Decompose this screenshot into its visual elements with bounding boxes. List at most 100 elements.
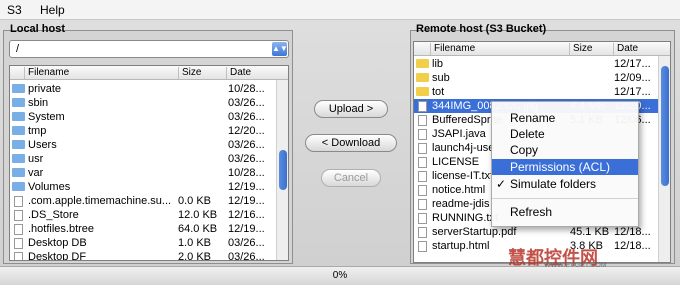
file-date: 12/16... bbox=[228, 209, 265, 221]
file-date: 10/28... bbox=[228, 167, 265, 179]
row-icon bbox=[12, 237, 27, 251]
menu-bar: S3 Help bbox=[0, 0, 680, 20]
col-date[interactable]: Date bbox=[613, 43, 659, 55]
table-row[interactable]: .com.apple.timemachine.su... 0.0 KB 12/19.… bbox=[10, 194, 288, 208]
table-row[interactable]: tot 12/17... bbox=[414, 85, 670, 99]
menu-item-refresh[interactable]: Refresh bbox=[492, 204, 638, 220]
table-row[interactable]: System 03/26... bbox=[10, 110, 288, 124]
file-date: 12/20... bbox=[228, 125, 265, 137]
file-icon bbox=[418, 241, 427, 252]
file-date: 12/19... bbox=[228, 195, 265, 207]
file-date: 12/17... bbox=[614, 86, 651, 98]
file-name: .DS_Store bbox=[28, 209, 79, 221]
file-name: tot bbox=[432, 86, 445, 98]
row-icon bbox=[416, 198, 431, 212]
file-name: Users bbox=[28, 139, 57, 151]
row-icon bbox=[12, 195, 27, 209]
local-path-value: / bbox=[16, 43, 20, 55]
cancel-button[interactable]: Cancel bbox=[321, 169, 381, 187]
row-icon bbox=[416, 100, 431, 114]
local-path-select[interactable]: / ▲▼ bbox=[9, 40, 289, 58]
dropdown-arrow-icon[interactable]: ▲▼ bbox=[272, 42, 288, 56]
table-row[interactable]: private 10/28... bbox=[10, 82, 288, 96]
file-size: 12.0 KB bbox=[178, 209, 218, 221]
file-name: sbin bbox=[28, 97, 49, 109]
download-button[interactable]: < Download bbox=[305, 134, 397, 152]
table-row[interactable]: Users 03/26... bbox=[10, 138, 288, 152]
col-size[interactable]: Size bbox=[178, 67, 228, 79]
local-scrollbar[interactable] bbox=[276, 80, 288, 260]
folder-icon bbox=[12, 182, 25, 191]
file-name: private bbox=[28, 83, 62, 95]
menu-item-simulate-folders[interactable]: ✓ Simulate folders bbox=[492, 176, 638, 192]
row-icon bbox=[416, 212, 431, 226]
menu-item-rename[interactable]: Rename bbox=[492, 110, 638, 126]
table-row[interactable]: tmp 12/20... bbox=[10, 124, 288, 138]
file-date: 12/19... bbox=[228, 223, 265, 235]
row-icon bbox=[12, 153, 28, 165]
row-icon bbox=[12, 139, 28, 151]
row-icon bbox=[12, 223, 27, 237]
file-icon bbox=[418, 101, 427, 112]
file-icon bbox=[14, 196, 23, 207]
remote-scroll-thumb[interactable] bbox=[661, 66, 669, 186]
col-date[interactable]: Date bbox=[226, 67, 276, 79]
menu-item-permissions[interactable]: Permissions (ACL) bbox=[492, 159, 638, 175]
menu-item-copy[interactable]: Copy bbox=[492, 142, 638, 158]
row-icon bbox=[12, 97, 28, 109]
table-row[interactable]: .DS_Store 12.0 KB 12/16... bbox=[10, 208, 288, 222]
col-filename[interactable]: Filename bbox=[24, 67, 187, 79]
row-icon bbox=[416, 114, 431, 128]
file-name: usr bbox=[28, 153, 44, 165]
file-date: 03/26... bbox=[228, 97, 265, 109]
menu-s3[interactable]: S3 bbox=[7, 3, 22, 17]
local-file-table: Filename Size Date private 10/28... sbin 03… bbox=[9, 65, 289, 261]
table-row[interactable]: .hotfiles.btree 64.0 KB 12/19... bbox=[10, 222, 288, 236]
menu-item-label: Delete bbox=[510, 127, 545, 141]
local-scroll-thumb[interactable] bbox=[279, 150, 287, 190]
table-row[interactable]: Volumes 12/19... bbox=[10, 180, 288, 194]
menu-item-label: Simulate folders bbox=[510, 177, 597, 191]
file-icon bbox=[418, 129, 427, 140]
watermark-logo: 慧都控件网 WWW.EVGET.COM bbox=[508, 244, 607, 270]
table-row[interactable]: sub 12/09... bbox=[414, 71, 670, 85]
table-row[interactable]: sbin 03/26... bbox=[10, 96, 288, 110]
menu-help[interactable]: Help bbox=[40, 3, 65, 17]
file-name: tmp bbox=[28, 125, 47, 137]
folder-icon bbox=[12, 98, 25, 107]
file-name: Desktop DF bbox=[28, 251, 87, 261]
file-icon bbox=[418, 199, 427, 210]
col-size[interactable]: Size bbox=[569, 43, 614, 55]
file-size: 1.0 KB bbox=[178, 237, 212, 249]
file-name: serverStartup.pdf bbox=[432, 226, 517, 238]
folder-icon bbox=[12, 126, 25, 135]
row-icon bbox=[416, 226, 431, 240]
file-name: Volumes bbox=[28, 181, 71, 193]
table-row[interactable]: serverStartup.pdf 45.1 KB 12/18... bbox=[414, 225, 670, 239]
local-table-header: Filename Size Date bbox=[10, 66, 288, 80]
table-row[interactable]: lib 12/17... bbox=[414, 57, 670, 71]
menu-item-label: Copy bbox=[510, 143, 539, 157]
col-filename[interactable]: Filename bbox=[430, 43, 583, 55]
file-name: var bbox=[28, 167, 44, 179]
row-icon bbox=[416, 128, 431, 142]
row-icon bbox=[12, 111, 28, 123]
table-row[interactable]: var 10/28... bbox=[10, 166, 288, 180]
context-menu: Rename Delete Copy Permissions (ACL) ✓ Si… bbox=[491, 101, 639, 227]
remote-scrollbar[interactable] bbox=[658, 56, 670, 262]
menu-separator bbox=[492, 198, 638, 199]
file-name: .hotfiles.btree bbox=[28, 223, 95, 235]
table-row[interactable]: Desktop DB 1.0 KB 03/26... bbox=[10, 236, 288, 250]
table-row[interactable]: Desktop DF 2.0 KB 03/26... bbox=[10, 250, 288, 261]
upload-button[interactable]: Upload > bbox=[314, 100, 388, 118]
menu-item-delete[interactable]: Delete bbox=[492, 126, 638, 142]
row-icon bbox=[12, 83, 28, 95]
menu-item-label: Refresh bbox=[510, 205, 553, 219]
file-date: 12/09... bbox=[614, 72, 651, 84]
file-name: System bbox=[28, 111, 65, 123]
file-date: 12/19... bbox=[228, 181, 265, 193]
file-icon bbox=[418, 143, 427, 154]
row-icon bbox=[12, 125, 28, 137]
table-row[interactable]: usr 03/26... bbox=[10, 152, 288, 166]
row-icon bbox=[12, 209, 27, 223]
